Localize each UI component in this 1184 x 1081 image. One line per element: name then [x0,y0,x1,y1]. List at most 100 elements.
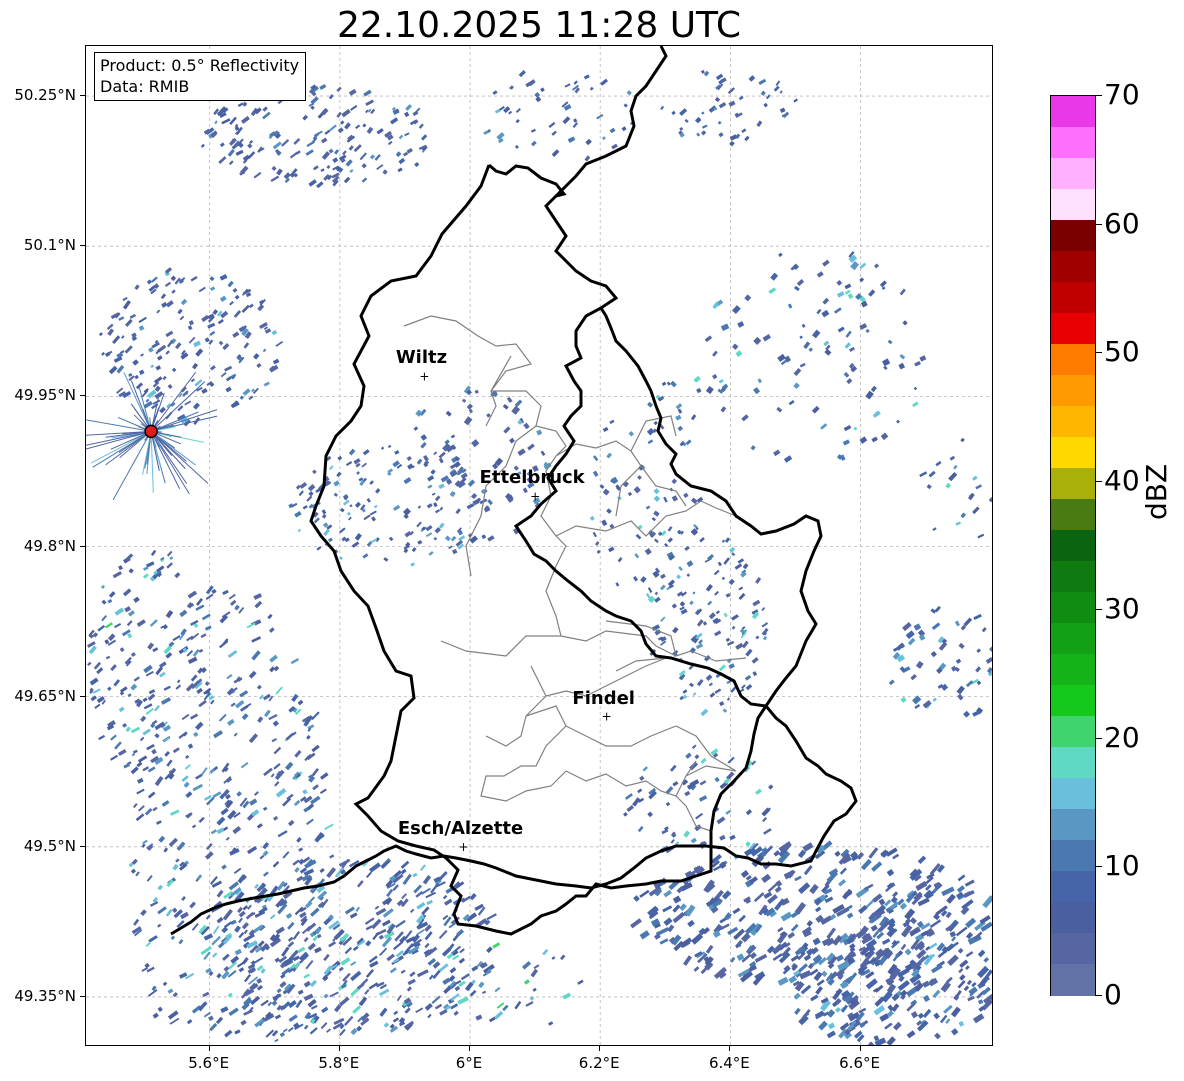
radar-site-icon[interactable] [144,424,158,439]
echo-cell [818,1020,828,1031]
echo-cell [438,963,449,973]
echo-cell [689,682,694,688]
echo-cell [361,163,367,169]
echo-cell [98,332,103,337]
echo-cell [532,987,537,992]
echo-cell [822,297,830,305]
echo-cell [672,911,686,924]
echo-cell [701,130,707,136]
echo-cell [646,427,655,436]
echo-cell [475,1014,483,1021]
echo-cell [293,799,301,807]
echo-cell [106,323,114,331]
echo-cell [138,805,145,812]
colorbar-tick [1096,866,1102,868]
echo-cell [702,621,708,626]
echo-cell [248,733,259,744]
echo-cell [442,977,451,985]
echo-cell [154,385,161,393]
echo-cell [269,914,276,920]
echo-cell [827,1022,836,1030]
radar-map[interactable]: + + + + [85,45,993,1046]
echo-cell [294,750,302,758]
echo-cell [171,907,178,913]
echo-cell [145,941,151,947]
echo-cell [883,365,888,371]
echo-cell [263,871,269,877]
colorbar-tick-label: 70 [1104,78,1140,111]
map-canvas[interactable]: + + + + [86,46,993,1046]
echo-cell [977,949,986,958]
echo-cell [653,495,661,503]
echo-cell [251,650,261,661]
echo-cell [906,1030,916,1039]
echo-cell [762,635,768,641]
echo-cell [380,446,385,450]
echo-cell [989,643,992,654]
echo-cell [344,946,353,955]
echo-cell [847,293,854,300]
colorbar-segment [1051,809,1095,841]
echo-cell [228,1007,239,1017]
echo-cell [783,455,793,463]
echo-cell [107,686,112,691]
echo-cell [222,909,233,921]
echo-cell [154,775,164,787]
echo-cell [172,635,181,642]
echo-cell [421,134,428,141]
echo-cell [178,939,184,945]
echo-cell [940,981,952,993]
echo-cell [731,625,736,630]
echo-cell [627,491,633,497]
echo-cell [242,388,251,396]
echo-cell [900,989,908,998]
echo-cell [755,577,762,584]
echo-cell [123,763,130,769]
echo-cell [166,550,173,557]
echo-cell [358,996,368,1007]
colorbar-segment [1051,964,1095,996]
echo-cell [118,749,127,756]
echo-cell [905,630,915,640]
echo-cell [628,431,634,437]
echo-cell [170,275,177,282]
echo-cell [238,917,243,924]
echo-cell [292,859,300,866]
echo-cell [262,106,268,112]
echo-cell [190,275,198,282]
colorbar-segment [1051,778,1095,810]
echo-cell [899,288,906,296]
lat-tick [80,245,85,247]
echo-cell [118,706,125,713]
echo-cell [661,381,667,387]
echo-cell [725,637,731,643]
echo-cell [245,911,255,920]
echo-cell [750,445,756,451]
echo-cell [233,309,242,318]
lat-tick [80,845,85,847]
echo-cell [171,289,176,294]
echo-cell [170,935,176,940]
echo-cell [684,545,690,552]
echo-cell [395,151,402,158]
echo-cell [745,809,753,816]
echo-cell [515,108,521,113]
echo-cell [621,126,627,132]
echo-cell [142,728,151,736]
echo-cell [163,847,169,853]
echo-cell [227,280,234,288]
echo-cell [306,818,314,826]
echo-cell [147,766,156,773]
echo-cell [334,149,340,155]
echo-cell [836,279,843,286]
echo-cell [159,671,166,678]
echo-cell [405,104,412,111]
echo-cell [887,339,893,345]
echo-cell [904,948,912,956]
echo-cell [376,128,384,135]
echo-cell [492,942,501,949]
echo-cell [717,120,722,125]
echo-cell [687,919,695,928]
echo-cell [734,563,743,570]
echo-cell [339,996,350,1007]
